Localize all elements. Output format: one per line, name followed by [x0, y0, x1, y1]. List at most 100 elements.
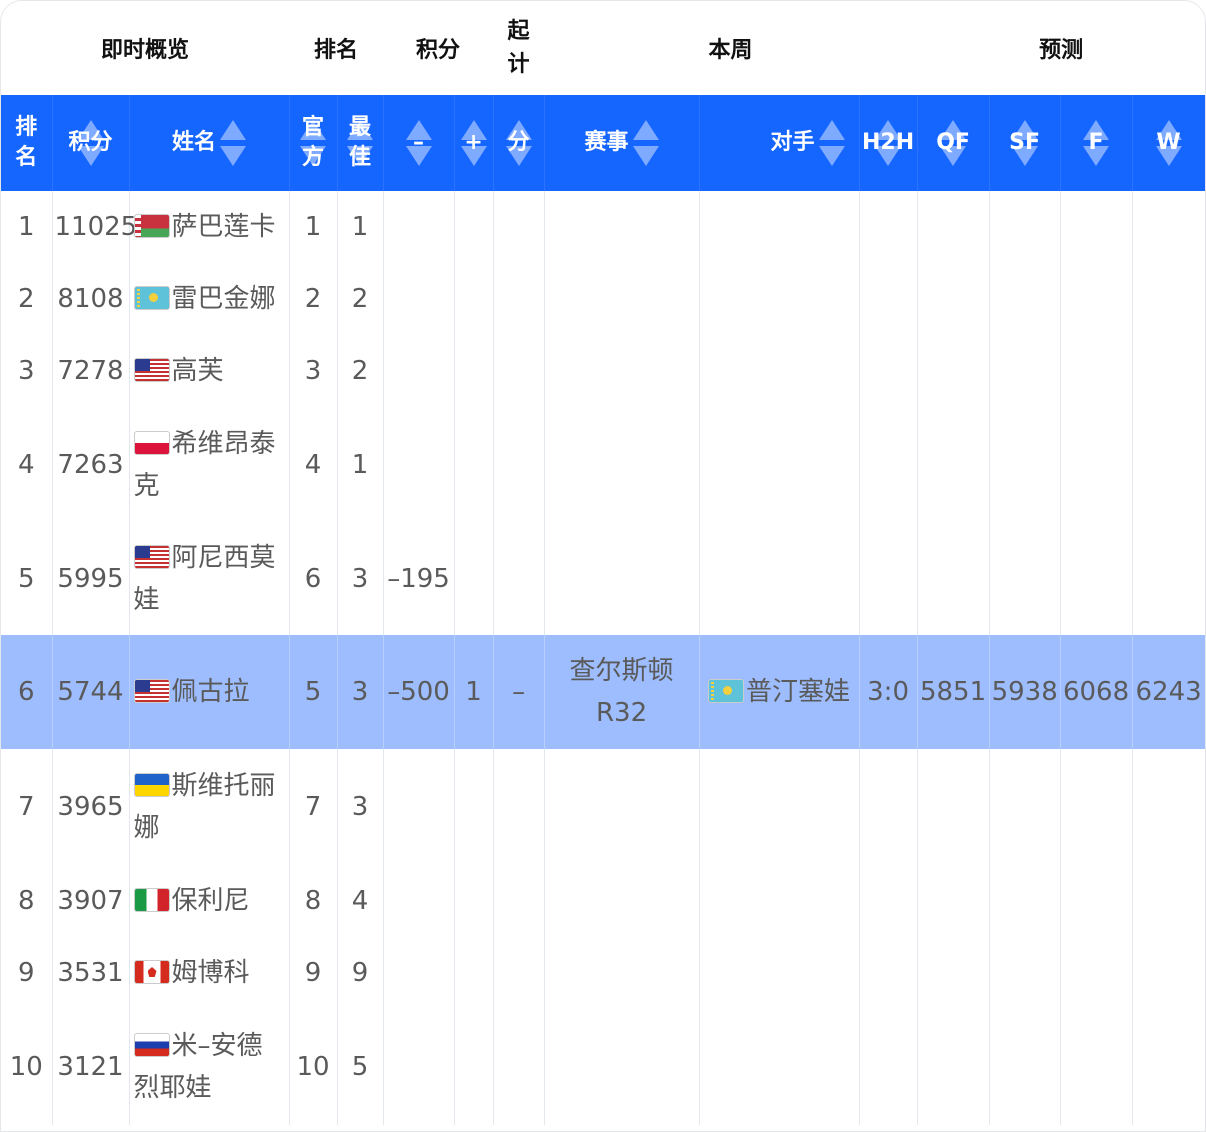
cell-rank: 2 — [1, 263, 53, 335]
cell-event: 查尔斯顿 R32 — [544, 635, 700, 749]
cell-plus — [454, 865, 494, 937]
cell-opponent — [699, 191, 860, 263]
cell-official: 2 — [289, 263, 338, 335]
cell-h2h — [859, 523, 918, 635]
cell-h2h — [859, 865, 918, 937]
col-points[interactable]: 积分 — [52, 95, 130, 191]
cell-plus — [454, 1009, 494, 1125]
sort-icon[interactable] — [220, 120, 247, 166]
player-name[interactable]: 高芙 — [172, 356, 224, 386]
col-start-points[interactable]: 分 — [493, 95, 545, 191]
cell-start — [493, 523, 545, 635]
col-start-points-label: 分 — [507, 130, 530, 155]
col-h2h[interactable]: H2H — [859, 95, 918, 191]
cell-h2h — [859, 335, 918, 407]
cell-points: 3531 — [52, 937, 130, 1009]
table-row[interactable]: 2 8108 雷巴金娜 2 2 — [1, 263, 1205, 335]
cell-name: 姆博科 — [129, 937, 290, 1009]
player-name[interactable]: 萨巴莲卡 — [172, 212, 276, 242]
cell-f: 6068 — [1060, 635, 1133, 749]
cell-rank: 6 — [1, 635, 53, 749]
rankings-panel: 即时概览 排名 积分 起 计 本周 预测 排 名 积分 姓名 官 方 最 佳 –… — [0, 0, 1206, 1132]
cell-start — [493, 937, 545, 1009]
cell-plus: 1 — [454, 635, 494, 749]
cell-name: 保利尼 — [129, 865, 290, 937]
col-name[interactable]: 姓名 — [129, 95, 290, 191]
cell-qf — [917, 263, 990, 335]
belarus-flag-icon — [133, 214, 170, 238]
col-minus[interactable]: – — [383, 95, 455, 191]
group-header-this-week: 本周 — [544, 1, 918, 95]
cell-best: 4 — [337, 865, 384, 937]
cell-event — [544, 749, 700, 865]
group-header-start: 起 计 — [493, 1, 545, 95]
sort-icon[interactable] — [632, 120, 659, 166]
cell-start — [493, 191, 545, 263]
cell-event — [544, 865, 700, 937]
cell-rank: 7 — [1, 749, 53, 865]
col-name-label: 姓名 — [172, 130, 217, 155]
table-row[interactable]: 4 7263 希维昂泰克 4 1 — [1, 407, 1205, 523]
cell-minus — [383, 865, 455, 937]
player-name[interactable]: 姆博科 — [172, 958, 250, 988]
table-row[interactable]: 10 3121 米–安德烈耶娃 10 5 — [1, 1009, 1205, 1125]
cell-rank: 9 — [1, 937, 53, 1009]
col-w-label: W — [1156, 130, 1181, 155]
col-event[interactable]: 赛事 — [544, 95, 700, 191]
player-name[interactable]: 佩古拉 — [172, 677, 250, 707]
col-official[interactable]: 官 方 — [289, 95, 338, 191]
cell-w — [1132, 191, 1205, 263]
cell-minus — [383, 407, 455, 523]
col-w[interactable]: W — [1132, 95, 1205, 191]
cell-w — [1132, 263, 1205, 335]
canada-flag-icon — [133, 960, 170, 984]
group-header-start-line2: 计 — [507, 52, 530, 77]
cell-minus — [383, 191, 455, 263]
cell-sf — [989, 191, 1061, 263]
table-row[interactable]: 9 3531 姆博科 9 9 — [1, 937, 1205, 1009]
table-row[interactable]: 8 3907 保利尼 8 4 — [1, 865, 1205, 937]
cell-official: 4 — [289, 407, 338, 523]
cell-qf — [917, 407, 990, 523]
col-rank[interactable]: 排 名 — [1, 95, 53, 191]
table-row[interactable]: 7 3965 斯维托丽娜 7 3 — [1, 749, 1205, 865]
cell-sf: 5938 — [989, 635, 1061, 749]
cell-rank: 3 — [1, 335, 53, 407]
col-plus-label: + — [464, 130, 483, 155]
cell-points: 7278 — [52, 335, 130, 407]
table-row[interactable]: 5 5995 阿尼西莫娃 6 3 –195 — [1, 523, 1205, 635]
cell-points: 5995 — [52, 523, 130, 635]
col-qf[interactable]: QF — [917, 95, 990, 191]
kazakhstan-flag-icon — [133, 286, 170, 310]
cell-event — [544, 1009, 700, 1125]
cell-best: 3 — [337, 635, 384, 749]
sort-icon[interactable] — [818, 120, 845, 166]
cell-best: 1 — [337, 407, 384, 523]
cell-f — [1060, 749, 1133, 865]
cell-name: 高芙 — [129, 335, 290, 407]
table-row[interactable]: 1 11025 萨巴莲卡 1 1 — [1, 191, 1205, 263]
col-sf[interactable]: SF — [989, 95, 1061, 191]
cell-minus: –195 — [383, 523, 455, 635]
cell-plus — [454, 407, 494, 523]
table-row[interactable]: 3 7278 高芙 3 2 — [1, 335, 1205, 407]
cell-qf — [917, 865, 990, 937]
player-name[interactable]: 保利尼 — [172, 886, 250, 916]
cell-h2h — [859, 749, 918, 865]
col-opponent[interactable]: 对手 — [699, 95, 860, 191]
col-best-label-2: 佳 — [349, 145, 372, 170]
cell-official: 6 — [289, 523, 338, 635]
cell-w — [1132, 523, 1205, 635]
col-official-label-2: 方 — [302, 145, 325, 170]
col-rank-label-2: 名 — [15, 145, 38, 170]
table-row[interactable]: 6 5744 佩古拉 5 3 –500 1– 查尔斯顿 R32 普汀塞娃 3:0 5851 5938 60… — [1, 635, 1205, 749]
col-f[interactable]: F — [1060, 95, 1133, 191]
col-plus[interactable]: + — [454, 95, 494, 191]
col-best[interactable]: 最 佳 — [337, 95, 384, 191]
player-name[interactable]: 雷巴金娜 — [172, 284, 276, 314]
cell-event — [544, 407, 700, 523]
cell-w — [1132, 335, 1205, 407]
cell-h2h — [859, 407, 918, 523]
cell-w — [1132, 749, 1205, 865]
cell-opponent — [699, 335, 860, 407]
